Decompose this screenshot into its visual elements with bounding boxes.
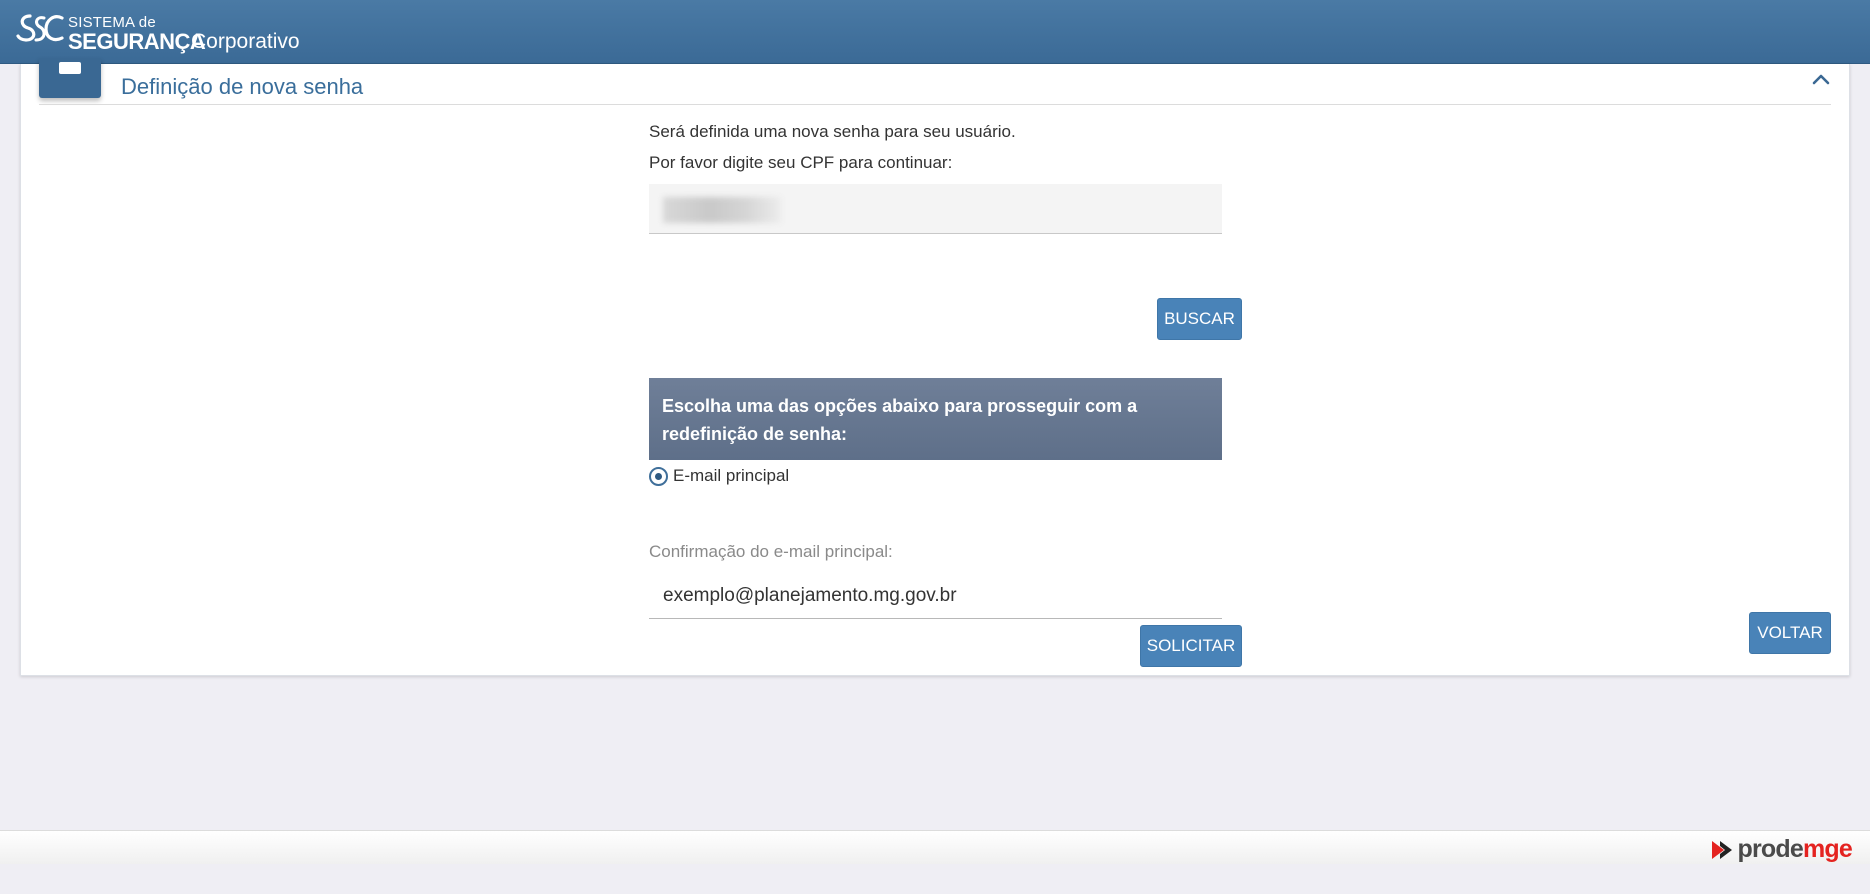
prodemge-logo-icon [1711, 840, 1732, 859]
card-badge-icon [39, 58, 101, 98]
email-confirm-input[interactable] [649, 573, 1222, 619]
card-divider [39, 104, 1831, 105]
cpf-prompt: Por favor digite seu CPF para continuar: [649, 153, 953, 172]
buscar-button[interactable]: BUSCAR [1157, 298, 1242, 340]
intro-text: Será definida uma nova senha para seu us… [649, 122, 1016, 141]
chevron-up-icon[interactable] [1809, 68, 1833, 92]
radio-button-selected[interactable] [649, 466, 668, 486]
logo-line2: SEGURANÇA [68, 29, 206, 54]
cpf-redacted-value [663, 197, 781, 223]
radio-label[interactable]: E-mail principal [673, 466, 789, 486]
options-header: Escolha uma das opções abaixo para pross… [649, 378, 1222, 460]
cpf-input[interactable] [649, 184, 1222, 234]
prodemge-logo[interactable]: prodemge [1711, 835, 1853, 864]
voltar-button[interactable]: VOLTAR [1749, 612, 1831, 654]
footer: prodemge [0, 830, 1870, 864]
email-confirm-label: Confirmação do e-mail principal: [649, 542, 893, 561]
ssc-logo[interactable]: SISTEMA de SEGURANÇA Corporativo [16, 8, 328, 56]
password-reset-card: Definição de nova senha Será definida um… [20, 58, 1850, 676]
top-header: SISTEMA de SEGURANÇA Corporativo [0, 0, 1870, 64]
card-title: Definição de nova senha [121, 74, 364, 99]
ssc-logo-icon [16, 14, 64, 42]
logo-line3: Corporativo [191, 30, 300, 53]
logo-text: SISTEMA de SEGURANÇA Corporativo [68, 8, 328, 56]
solicitar-button[interactable]: SOLICITAR [1140, 625, 1242, 667]
prodemge-wordmark: prodemge [1737, 835, 1853, 863]
radio-email-principal[interactable]: E-mail principal [649, 466, 789, 486]
